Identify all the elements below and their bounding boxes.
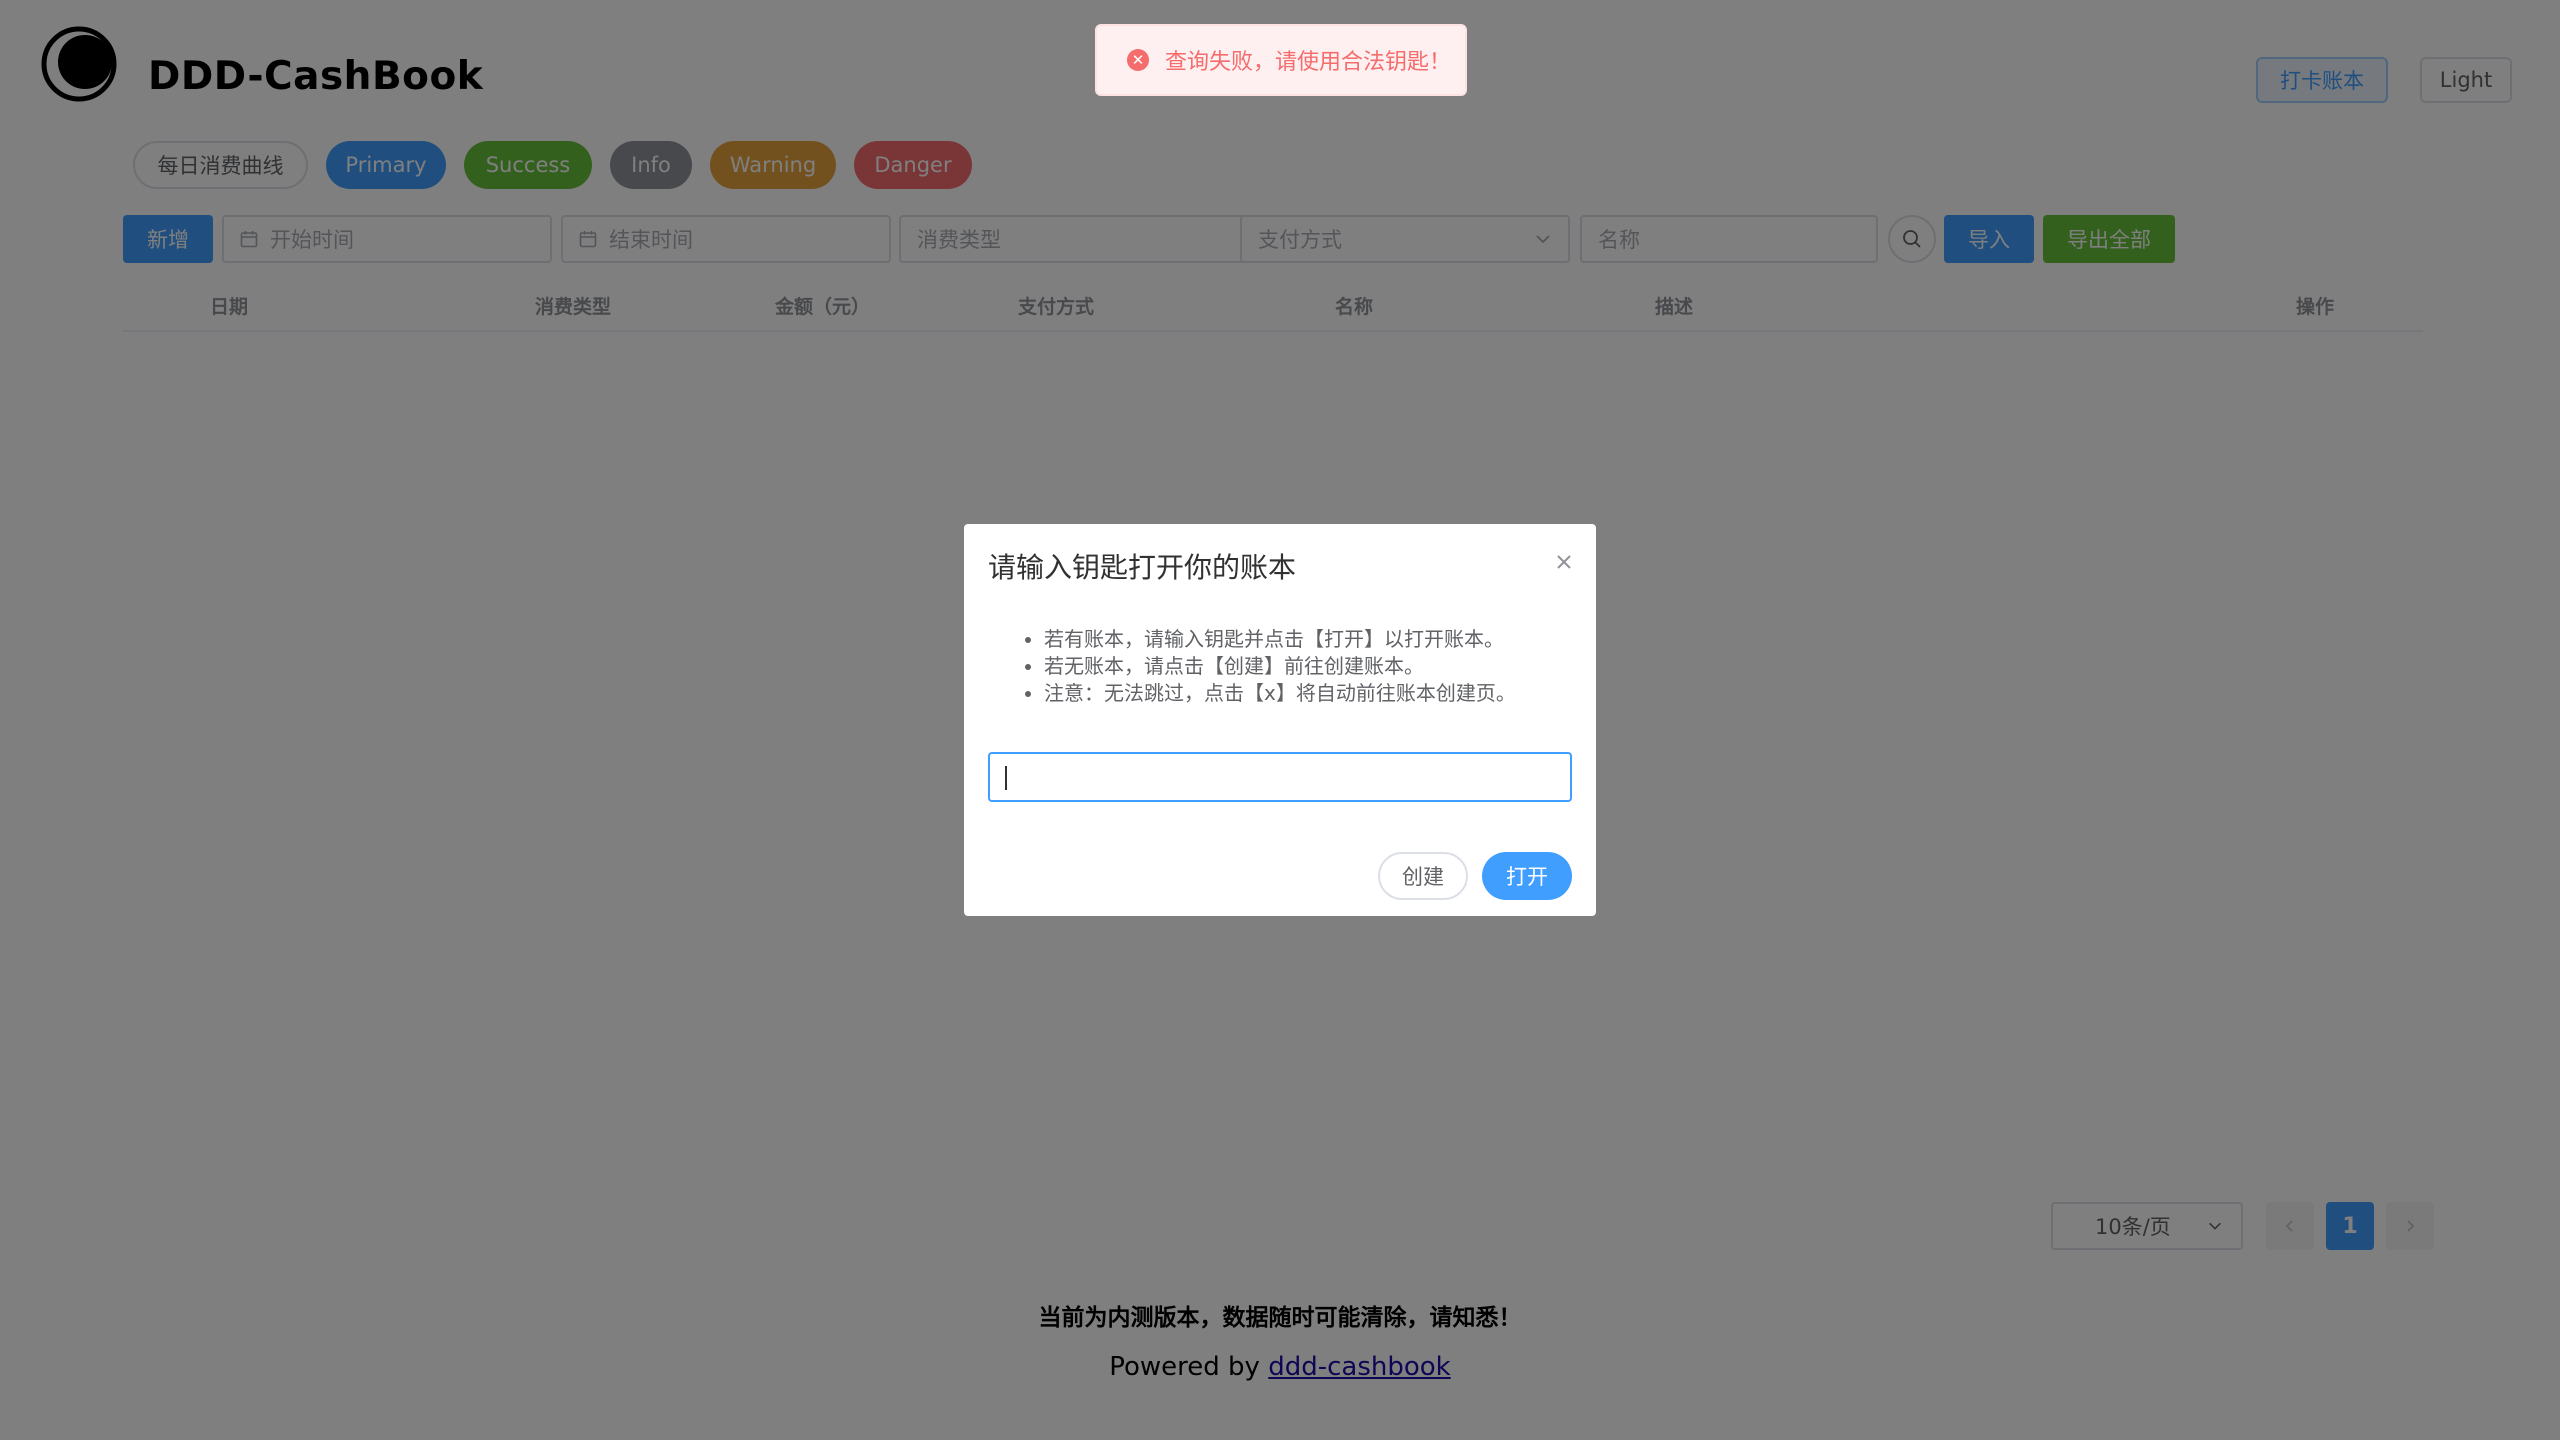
page: DDD-CashBook 打卡账本 Light 每日消费曲线 Primary S… [0, 0, 2560, 1440]
text-caret [1005, 766, 1007, 790]
error-circle-icon: ✕ [1127, 49, 1149, 71]
dialog-instructions: 若有账本，请输入钥匙并点击【打开】以打开账本。 若无账本，请点击【创建】前往创建… [1022, 626, 1516, 707]
create-button[interactable]: 创建 [1378, 852, 1468, 900]
error-toast-message: 查询失败，请使用合法钥匙！ [1165, 50, 1452, 75]
error-toast: ✕ 查询失败，请使用合法钥匙！ [1095, 24, 1467, 96]
instruction-item: 若有账本，请输入钥匙并点击【打开】以打开账本。 [1044, 626, 1516, 653]
open-cashbook-dialog: 请输入钥匙打开你的账本 若有账本，请输入钥匙并点击【打开】以打开账本。 若无账本… [964, 524, 1596, 916]
close-icon[interactable] [1550, 548, 1578, 576]
instruction-item: 注意：无法跳过，点击【x】将自动前往账本创建页。 [1044, 680, 1516, 707]
open-button[interactable]: 打开 [1482, 852, 1572, 900]
dialog-title: 请输入钥匙打开你的账本 [988, 551, 1297, 584]
instruction-item: 若无账本，请点击【创建】前往创建账本。 [1044, 653, 1516, 680]
key-input[interactable] [988, 752, 1572, 802]
